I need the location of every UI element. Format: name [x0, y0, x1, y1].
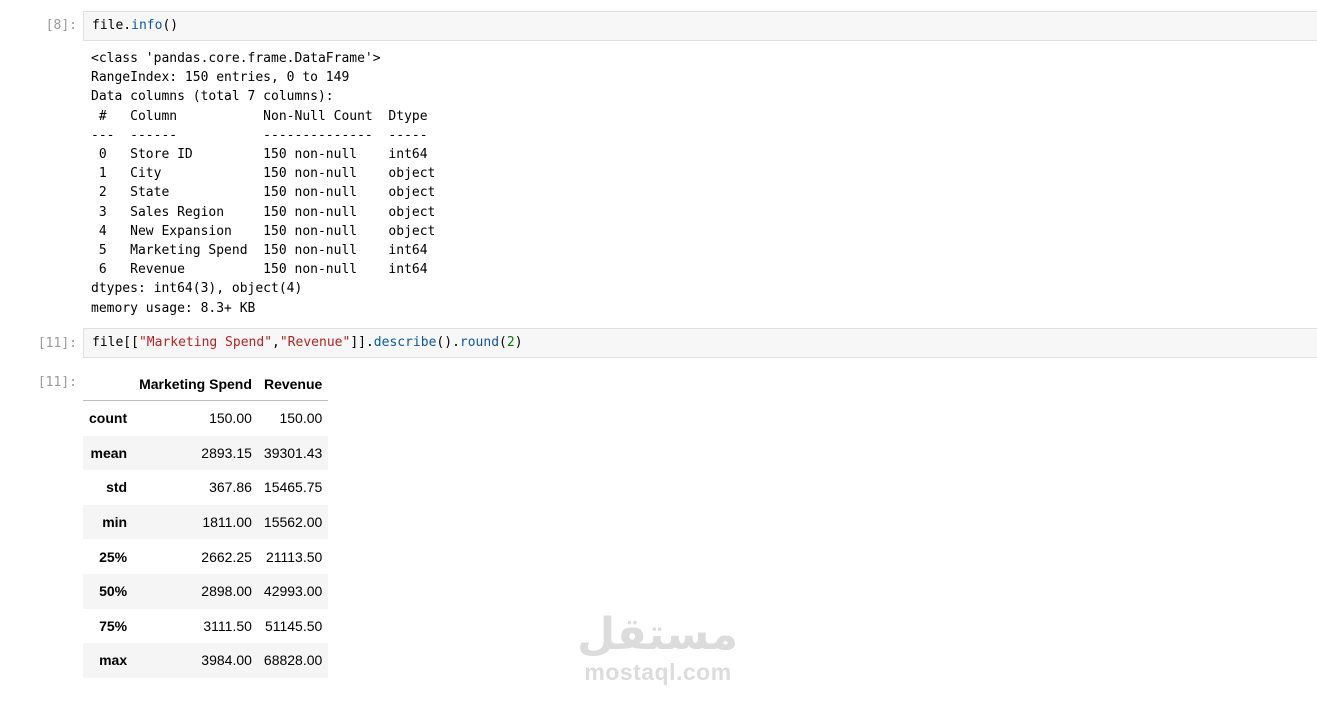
input-prompt: [8]: [45, 18, 77, 33]
output-line: RangeIndex: 150 entries, 0 to 149 [91, 70, 350, 86]
table-cell: 2898.00 [201, 583, 252, 600]
row-label: std [106, 479, 128, 496]
row-label: 75% [99, 617, 128, 634]
table-cell: 1811.00 [202, 514, 252, 531]
code-line: file.info() [92, 18, 179, 33]
input-prompt: [11]: [37, 336, 77, 351]
output-line: 6 Revenue 150 non-null int64 [91, 262, 436, 278]
table-cell: 42993.00 [263, 583, 323, 600]
table-cell: 367.86 [209, 479, 252, 496]
output-line: # Column Non-Null Count Dtype [91, 108, 436, 124]
table-row: min 1811.00 15562.00 [83, 504, 329, 540]
watermark-arabic: مستقل [577, 609, 738, 660]
mostaql-watermark: مستقل mostaql.com [577, 609, 738, 685]
output-line: 1 City 150 non-null object [91, 166, 436, 182]
row-label: max [99, 652, 128, 669]
output-prompt: [11]: [37, 375, 77, 390]
column-header: Revenue [257, 367, 329, 401]
index-header [83, 367, 134, 401]
output-line: --- ------ -------------- ----- [91, 127, 436, 143]
watermark-latin: mostaql.com [584, 659, 732, 685]
table-row: std 367.86 15465.75 [83, 470, 329, 505]
table-cell: 2893.15 [201, 444, 252, 461]
table-row: 25% 2662.25 21113.50 [83, 539, 329, 574]
table-row: mean 2893.15 39301.43 [83, 435, 329, 471]
row-label: 50% [99, 583, 128, 600]
table-cell: 2662.25 [201, 548, 252, 565]
output-line: 5 Marketing Spend 150 non-null int64 [91, 243, 436, 259]
code-cell-input[interactable]: file.info() [83, 11, 1317, 41]
code-cell-input[interactable]: file[["Marketing Spend","Revenue"]].desc… [83, 328, 1317, 358]
table-row: 75% 3111.50 51145.50 [83, 608, 329, 644]
table-row: count 150.00 150.00 [83, 400, 329, 436]
table-cell: 39301.43 [263, 444, 323, 461]
table-cell: 68828.00 [263, 652, 323, 669]
output-line: 4 New Expansion 150 non-null object [91, 223, 436, 239]
table-cell: 15465.75 [263, 479, 323, 496]
table-row: max 3984.00 68828.00 [83, 643, 329, 678]
table-cell: 21113.50 [265, 548, 323, 565]
row-label: mean [90, 444, 128, 461]
output-line: memory usage: 8.3+ KB [91, 300, 256, 316]
table-cell: 3111.50 [203, 617, 252, 634]
table-cell: 15562.00 [263, 514, 323, 531]
table-cell: 150.00 [279, 410, 323, 427]
table-header-row: Marketing Spend Revenue [83, 367, 329, 401]
code-line: file[["Marketing Spend","Revenue"]].desc… [92, 335, 523, 350]
info-output: <class 'pandas.core.frame.DataFrame'> Ra… [91, 49, 435, 318]
row-label: 25% [99, 548, 128, 565]
output-line: <class 'pandas.core.frame.DataFrame'> [91, 51, 381, 66]
table-cell: 150.00 [209, 410, 252, 427]
table-cell: 51145.50 [264, 617, 323, 634]
output-line: Data columns (total 7 columns): [91, 89, 334, 105]
output-line: dtypes: int64(3), object(4) [91, 281, 303, 297]
column-header: Marketing Spend [133, 367, 258, 401]
output-line: 2 State 150 non-null object [91, 185, 436, 201]
output-line: 3 Sales Region 150 non-null object [91, 204, 436, 220]
describe-table: Marketing Spend Revenue count 150.00 150.0… [83, 367, 329, 678]
output-line: 0 Store ID 150 non-null int64 [91, 147, 436, 163]
table-cell: 3984.00 [201, 652, 252, 669]
row-label: min [102, 514, 128, 531]
table-row: 50% 2898.00 42993.00 [83, 573, 329, 609]
row-label: count [89, 410, 128, 427]
